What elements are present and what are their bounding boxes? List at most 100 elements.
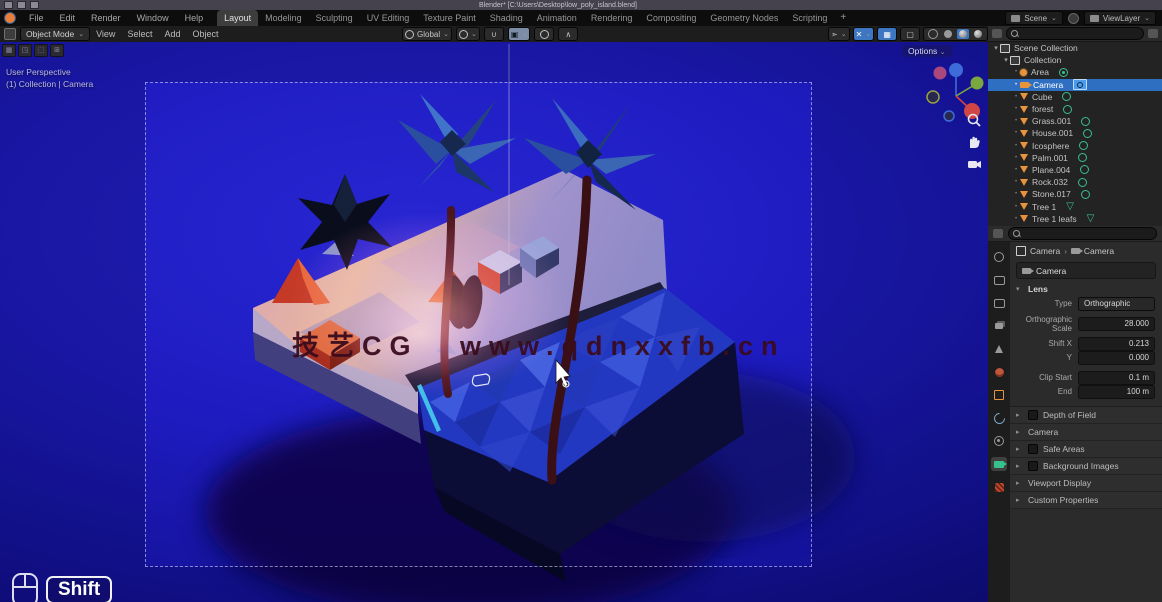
properties-editor-icon[interactable] bbox=[993, 229, 1003, 238]
properties-tab-render[interactable] bbox=[991, 273, 1007, 287]
tab-shading[interactable]: Shading bbox=[483, 10, 530, 26]
checkbox[interactable] bbox=[1028, 410, 1038, 420]
outliner-row[interactable]: •Camera bbox=[988, 79, 1162, 91]
outliner-row[interactable]: •Tree 1▽ bbox=[988, 200, 1162, 212]
expand-caret-icon[interactable]: • bbox=[1012, 106, 1020, 112]
properties-tab-object-data[interactable] bbox=[991, 457, 1007, 471]
properties-tab-physics[interactable] bbox=[991, 434, 1007, 448]
axis-y-handle[interactable] bbox=[971, 77, 984, 90]
zoom-icon[interactable] bbox=[966, 112, 982, 128]
expand-caret-icon[interactable]: • bbox=[1012, 216, 1020, 222]
axis-z-handle[interactable] bbox=[949, 63, 963, 77]
breadcrumb-data[interactable]: Camera bbox=[1084, 246, 1114, 256]
options-dropdown[interactable]: Options ⌄ bbox=[902, 45, 952, 57]
tab-compositing[interactable]: Compositing bbox=[639, 10, 703, 26]
outliner-row[interactable]: •Icosphere bbox=[988, 140, 1162, 152]
properties-search-input[interactable] bbox=[1008, 227, 1157, 240]
properties-tab-object[interactable] bbox=[991, 388, 1007, 402]
panel-custom-properties[interactable]: ▸Custom Properties bbox=[1010, 492, 1162, 509]
editor-type-icon[interactable] bbox=[4, 28, 16, 40]
tool-plus-icon[interactable]: ⊞ bbox=[50, 44, 64, 57]
snap-target-dropdown[interactable]: ▣ ⌄ bbox=[508, 27, 530, 41]
expand-caret-icon[interactable]: • bbox=[1012, 94, 1020, 100]
menu-file[interactable]: File bbox=[21, 10, 52, 26]
outliner-row[interactable]: ▾Collection bbox=[988, 54, 1162, 66]
outliner-row[interactable]: ▾Scene Collection bbox=[988, 42, 1162, 54]
filter-icon[interactable] bbox=[1148, 29, 1158, 38]
snap-toggle[interactable]: ∪ bbox=[484, 27, 504, 41]
properties-tab-view-layer[interactable] bbox=[991, 319, 1007, 333]
properties-tab-world[interactable] bbox=[991, 365, 1007, 379]
outliner-display-mode-icon[interactable] bbox=[992, 29, 1002, 38]
expand-caret-icon[interactable]: • bbox=[1012, 118, 1020, 124]
outliner-row[interactable]: •House.001 bbox=[988, 127, 1162, 139]
checkbox[interactable] bbox=[1028, 461, 1038, 471]
tab-texture-paint[interactable]: Texture Paint bbox=[416, 10, 483, 26]
panel-camera[interactable]: ▸Camera bbox=[1010, 424, 1162, 441]
scene-selector[interactable]: Scene ⌄ bbox=[1005, 11, 1063, 25]
window-button[interactable] bbox=[4, 1, 13, 9]
lens-panel-header[interactable]: ▾ Lens bbox=[1010, 281, 1162, 296]
pan-hand-icon[interactable] bbox=[966, 134, 982, 150]
viewport-3d[interactable]: ▦ ◳ ⬚ ⊞ User Perspective (1) Collection … bbox=[0, 42, 988, 602]
tool-cursor-icon[interactable]: ◳ bbox=[18, 44, 32, 57]
viewport-menu-select[interactable]: Select bbox=[121, 29, 158, 39]
breadcrumb-object[interactable]: Camera bbox=[1030, 246, 1060, 256]
checkbox[interactable] bbox=[1028, 444, 1038, 454]
expand-caret-icon[interactable]: • bbox=[1012, 69, 1020, 75]
tab-scripting[interactable]: Scripting bbox=[785, 10, 834, 26]
tool-box-icon[interactable]: ⬚ bbox=[34, 44, 48, 57]
properties-tab-modifiers[interactable] bbox=[991, 411, 1007, 425]
outliner-row[interactable]: •Stone.017 bbox=[988, 188, 1162, 200]
properties-tab-tool[interactable] bbox=[991, 250, 1007, 264]
outliner-row[interactable]: •Rock.032 bbox=[988, 176, 1162, 188]
camera-view-icon[interactable] bbox=[966, 156, 982, 172]
outliner-search-input[interactable] bbox=[1006, 27, 1144, 40]
outliner-row[interactable]: •Grass.001 bbox=[988, 115, 1162, 127]
axis-neg-handle[interactable] bbox=[934, 67, 947, 80]
outliner-row[interactable]: •Palm.001 bbox=[988, 152, 1162, 164]
outliner-row[interactable]: •Cube bbox=[988, 91, 1162, 103]
window-button[interactable] bbox=[30, 1, 39, 9]
expand-caret-icon[interactable]: ▾ bbox=[1002, 56, 1010, 64]
outliner-row[interactable]: •Plane.004 bbox=[988, 164, 1162, 176]
shading-extra-toggle[interactable]: ▢ bbox=[900, 27, 920, 41]
panel-depth-of-field[interactable]: ▸Depth of Field bbox=[1010, 407, 1162, 424]
wireframe-shading-button[interactable] bbox=[927, 29, 939, 39]
linked-scene-icon[interactable] bbox=[1068, 13, 1079, 24]
solid-shading-button[interactable] bbox=[942, 29, 954, 39]
outliner-row[interactable]: •Area bbox=[988, 66, 1162, 78]
menu-window[interactable]: Window bbox=[129, 10, 177, 26]
outliner-row[interactable]: •forest bbox=[988, 103, 1162, 115]
property-value-orthographic-scale[interactable]: 28.000 bbox=[1078, 317, 1155, 331]
panel-background-images[interactable]: ▸Background Images bbox=[1010, 458, 1162, 475]
panel-viewport-display[interactable]: ▸Viewport Display bbox=[1010, 475, 1162, 492]
viewport-menu-view[interactable]: View bbox=[90, 29, 121, 39]
pivot-point-dropdown[interactable]: ⌄ bbox=[456, 27, 480, 41]
window-button[interactable] bbox=[17, 1, 26, 9]
expand-caret-icon[interactable]: • bbox=[1012, 155, 1020, 161]
add-workspace-button[interactable]: + bbox=[834, 10, 852, 26]
property-value-clip-start[interactable]: 0.1 m bbox=[1078, 371, 1155, 385]
material-preview-button[interactable] bbox=[957, 29, 969, 39]
menu-edit[interactable]: Edit bbox=[52, 10, 84, 26]
tool-grid-icon[interactable]: ▦ bbox=[2, 44, 16, 57]
xray-toggle[interactable]: ▦ bbox=[877, 27, 897, 41]
properties-tab-scene[interactable] bbox=[991, 342, 1007, 356]
mode-dropdown[interactable]: Object Mode ⌄ bbox=[20, 27, 90, 41]
expand-caret-icon[interactable]: • bbox=[1012, 82, 1020, 88]
panel-safe-areas[interactable]: ▸Safe Areas bbox=[1010, 441, 1162, 458]
properties-tab-material[interactable] bbox=[991, 480, 1007, 494]
expand-caret-icon[interactable]: • bbox=[1012, 191, 1020, 197]
tab-geometry-nodes[interactable]: Geometry Nodes bbox=[703, 10, 785, 26]
transform-orientation-dropdown[interactable]: Global ⌄ bbox=[402, 27, 452, 41]
property-value-shift-x[interactable]: 0.213 bbox=[1078, 337, 1155, 351]
property-value-end[interactable]: 100 m bbox=[1078, 385, 1155, 399]
viewport-menu-object[interactable]: Object bbox=[186, 29, 224, 39]
tab-modeling[interactable]: Modeling bbox=[258, 10, 309, 26]
overlays-toggle[interactable]: ✕ ⌄ bbox=[853, 27, 875, 41]
tab-animation[interactable]: Animation bbox=[530, 10, 584, 26]
expand-caret-icon[interactable]: • bbox=[1012, 167, 1020, 173]
viewport-menu-add[interactable]: Add bbox=[158, 29, 186, 39]
proportional-editing-toggle[interactable] bbox=[534, 27, 554, 41]
